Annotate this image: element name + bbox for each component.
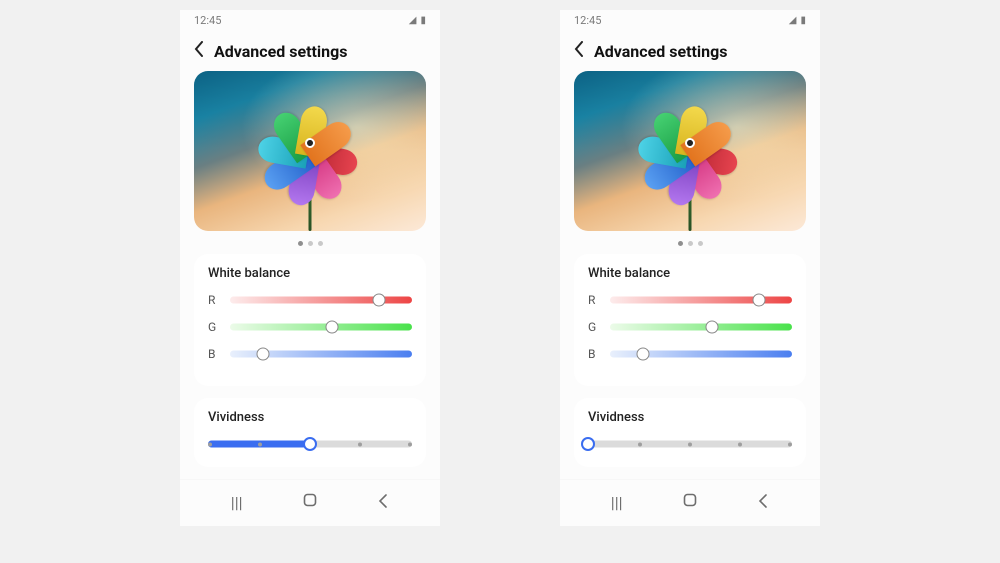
pinwheel-graphic	[626, 79, 753, 206]
recents-button[interactable]: |||	[226, 493, 248, 512]
signal-icon: ◢	[409, 15, 417, 26]
chevron-left-icon	[194, 41, 204, 57]
pager-dot[interactable]	[678, 241, 683, 246]
wb-red-label: R	[588, 293, 600, 307]
back-icon	[377, 494, 389, 508]
pager-dot[interactable]	[698, 241, 703, 246]
pager-dots[interactable]	[574, 231, 806, 254]
home-button[interactable]	[679, 492, 701, 512]
pager-dot[interactable]	[308, 241, 313, 246]
home-icon	[302, 492, 318, 508]
phone-screen-left: 12:45 ◢ ▮ Advanced settings White balanc…	[180, 10, 440, 526]
nav-back-button[interactable]	[752, 493, 774, 512]
phone-screen-right: 12:45 ◢ ▮ Advanced settings White balanc…	[560, 10, 820, 526]
nav-back-button[interactable]	[372, 493, 394, 512]
wb-blue-label: B	[588, 347, 600, 361]
vividness-card: Vividness	[194, 398, 426, 467]
pager-dot[interactable]	[318, 241, 323, 246]
pager-dot[interactable]	[298, 241, 303, 246]
preview-image[interactable]	[194, 71, 426, 231]
back-button[interactable]	[194, 41, 204, 61]
header: Advanced settings	[560, 29, 820, 71]
chevron-left-icon	[574, 41, 584, 57]
white-balance-card: White balance R G B	[574, 254, 806, 386]
header: Advanced settings	[180, 29, 440, 71]
wb-green-label: G	[588, 320, 600, 334]
pager-dots[interactable]	[194, 231, 426, 254]
vividness-title: Vividness	[208, 410, 412, 425]
vividness-card: Vividness	[574, 398, 806, 467]
status-icons: ◢ ▮	[789, 15, 806, 26]
vividness-title: Vividness	[588, 410, 792, 425]
wb-red-slider[interactable]	[230, 291, 412, 309]
wb-green-row: G	[208, 318, 412, 336]
vividness-slider[interactable]	[588, 435, 792, 453]
back-button[interactable]	[574, 41, 584, 61]
status-icons: ◢ ▮	[409, 15, 426, 26]
pinwheel-graphic	[246, 79, 373, 206]
wb-green-slider[interactable]	[610, 318, 792, 336]
recents-icon: |||	[231, 493, 243, 512]
wb-green-label: G	[208, 320, 220, 334]
recents-icon: |||	[611, 493, 623, 512]
back-icon	[757, 494, 769, 508]
pager-dot[interactable]	[688, 241, 693, 246]
battery-icon: ▮	[420, 15, 426, 26]
signal-icon: ◢	[789, 15, 797, 26]
battery-icon: ▮	[800, 15, 806, 26]
wb-blue-slider[interactable]	[610, 345, 792, 363]
vividness-slider[interactable]	[208, 435, 412, 453]
navigation-bar: |||	[560, 479, 820, 526]
recents-button[interactable]: |||	[606, 493, 628, 512]
status-time: 12:45	[194, 14, 221, 27]
white-balance-card: White balance R G B	[194, 254, 426, 386]
wb-blue-row: B	[588, 345, 792, 363]
page-title: Advanced settings	[214, 42, 347, 61]
wb-blue-row: B	[208, 345, 412, 363]
white-balance-title: White balance	[588, 266, 792, 281]
status-bar: 12:45 ◢ ▮	[560, 10, 820, 29]
wb-red-row: R	[208, 291, 412, 309]
navigation-bar: |||	[180, 479, 440, 526]
status-bar: 12:45 ◢ ▮	[180, 10, 440, 29]
home-icon	[682, 492, 698, 508]
page-title: Advanced settings	[594, 42, 727, 61]
status-time: 12:45	[574, 14, 601, 27]
wb-green-row: G	[588, 318, 792, 336]
wb-blue-slider[interactable]	[230, 345, 412, 363]
wb-green-slider[interactable]	[230, 318, 412, 336]
wb-red-label: R	[208, 293, 220, 307]
wb-blue-label: B	[208, 347, 220, 361]
white-balance-title: White balance	[208, 266, 412, 281]
wb-red-row: R	[588, 291, 792, 309]
wb-red-slider[interactable]	[610, 291, 792, 309]
home-button[interactable]	[299, 492, 321, 512]
preview-image[interactable]	[574, 71, 806, 231]
